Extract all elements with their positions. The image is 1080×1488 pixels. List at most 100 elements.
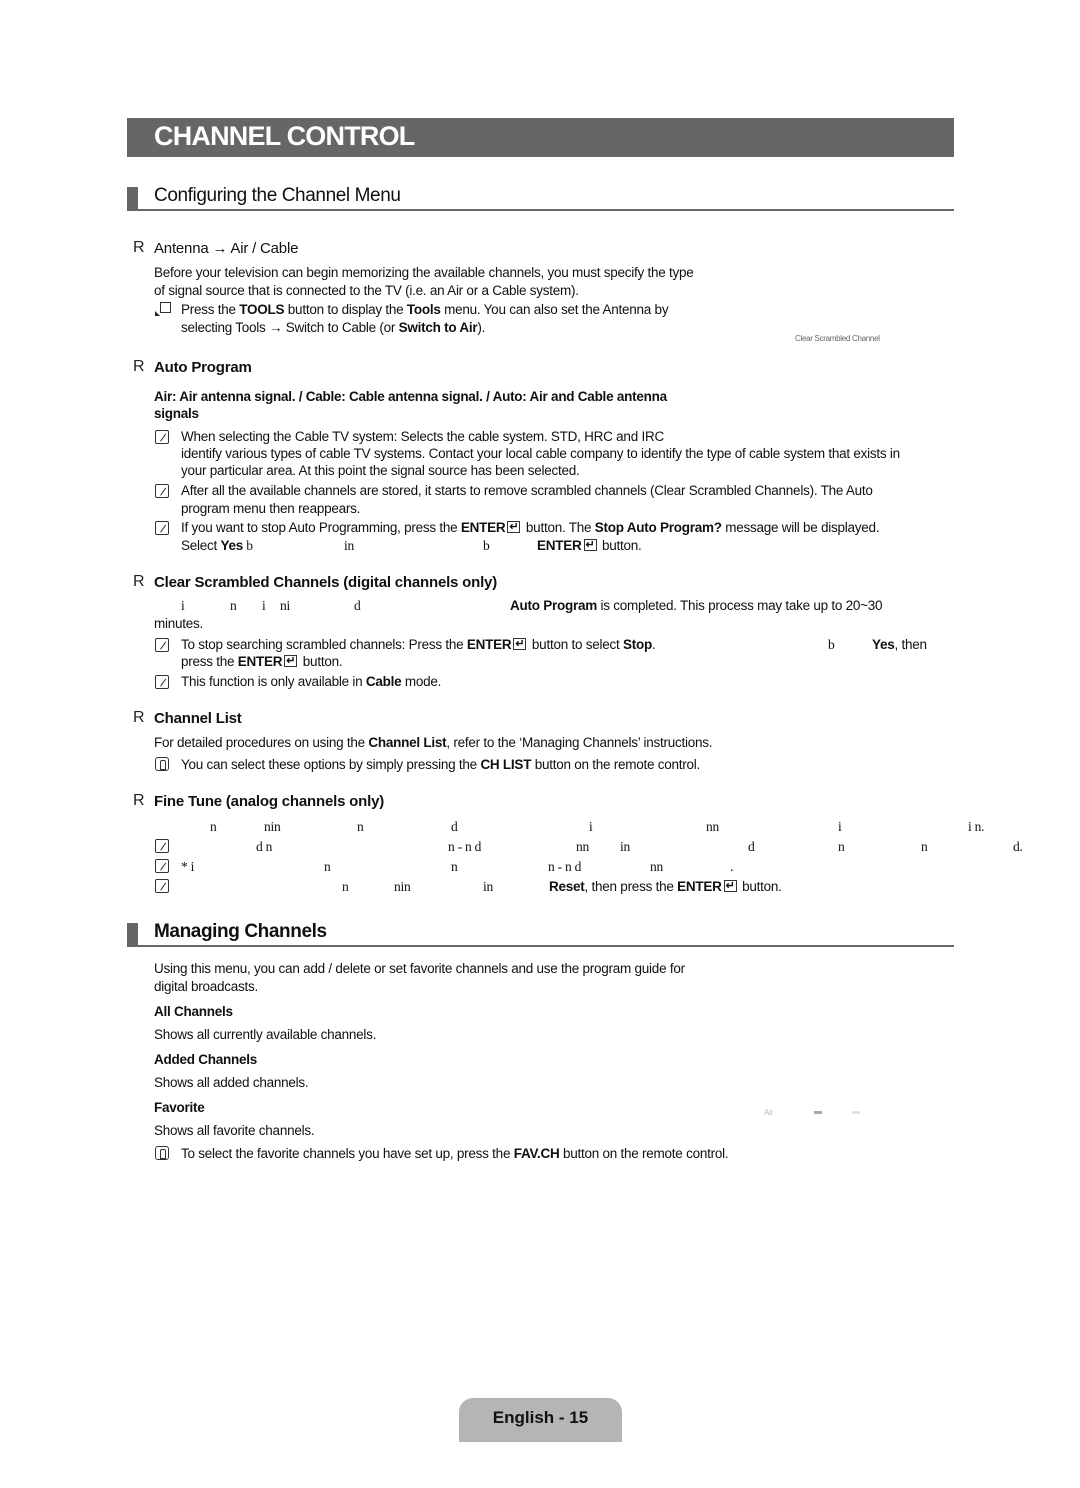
tools-note-line2: selecting Tools → Switch to Cable (or Sw…	[181, 320, 486, 335]
item-heading-auto-program: Auto Program	[154, 359, 252, 376]
note-icon	[155, 638, 169, 652]
fragment: d n	[256, 839, 273, 854]
side-label-clear-scrambled: Clear Scrambled Channel	[795, 334, 880, 343]
enter-icon	[507, 518, 521, 536]
fragment: nn	[706, 819, 719, 834]
note-fav-ch: To select the favorite channels you have…	[181, 1146, 729, 1161]
fragment: i	[838, 819, 842, 834]
entry-desc-added-channels: Shows all added channels.	[154, 1075, 309, 1090]
enter-icon	[284, 652, 298, 670]
entry-desc-all-channels: Shows all currently available channels.	[154, 1027, 377, 1042]
note-icon	[155, 521, 169, 535]
note-icon	[155, 859, 169, 873]
note-stored-line2: program menu then reappears.	[181, 501, 361, 516]
fragment: n	[838, 839, 845, 854]
fragment: nin	[264, 819, 281, 834]
fragment: in	[483, 879, 494, 894]
fragment: nn	[576, 839, 589, 854]
entry-desc-favorite: Shows all favorite channels.	[154, 1123, 315, 1138]
note-icon	[155, 839, 169, 853]
fragment: i	[262, 598, 266, 613]
fragment: ni	[280, 598, 291, 613]
bullet-marker: R	[133, 239, 145, 256]
bullet-marker: R	[133, 709, 145, 726]
managing-intro-line2: digital broadcasts.	[154, 979, 259, 994]
item-heading-channel-list: Channel List	[154, 710, 242, 727]
fragment: n	[357, 819, 364, 834]
managing-intro-line1: Using this menu, you can add / delete or…	[154, 961, 685, 976]
fragment: in	[620, 839, 631, 854]
note-cable-line3: your particular area. At this point the …	[181, 463, 580, 478]
fragment: i	[181, 598, 185, 613]
note-stop-line2: Select Yes b	[181, 538, 253, 553]
clear-scrambled-body-line2: minutes.	[154, 616, 204, 631]
remote-icon	[155, 757, 169, 771]
note-stop-line1: If you want to stop Auto Programming, pr…	[181, 518, 880, 537]
note-icon	[155, 675, 169, 689]
fragment: b	[828, 637, 835, 652]
fragment: b	[483, 538, 490, 553]
entry-label-added-channels: Added Channels	[154, 1052, 258, 1067]
note-stop-search-line1: To stop searching scrambled channels: Pr…	[181, 635, 656, 654]
fragment: d	[354, 598, 361, 613]
note-reset: Reset, then press the ENTER button.	[549, 877, 782, 896]
fragment: n	[921, 839, 928, 854]
section-marker	[127, 187, 138, 211]
tools-note-line1: Press the TOOLS button to display the To…	[181, 302, 669, 317]
fragment: nin	[394, 879, 411, 894]
remote-icon	[155, 1146, 169, 1160]
enter-label: ENTER button.	[537, 536, 642, 555]
fragment: n - n d	[448, 839, 482, 854]
tools-icon	[155, 302, 171, 316]
enter-icon	[583, 536, 597, 554]
fragment: n	[342, 879, 349, 894]
section-title: Managing Channels	[154, 921, 327, 942]
bullet-marker: R	[133, 573, 145, 590]
fragment: * i	[181, 859, 195, 874]
fragment: d	[451, 819, 458, 834]
fragment: i n.	[968, 819, 985, 834]
enter-icon	[513, 635, 527, 653]
note-icon	[155, 430, 169, 444]
channel-list-body: For detailed procedures on using the Cha…	[154, 735, 713, 750]
fragment: n - n d	[548, 859, 582, 874]
bullet-marker: R	[133, 792, 145, 809]
clear-scrambled-body: Auto Program is completed. This process …	[510, 598, 883, 613]
fragment: .	[730, 859, 734, 874]
fragment: d	[748, 839, 755, 854]
side-indicator	[852, 1111, 860, 1114]
note-icon	[155, 879, 169, 893]
note-cable-line1: When selecting the Cable TV system: Sele…	[181, 429, 664, 444]
note-stop-search-line2: press the ENTER button.	[181, 652, 343, 671]
page-number-label: English - 15	[492, 1408, 589, 1427]
entry-label-all-channels: All Channels	[154, 1004, 233, 1019]
note-icon	[155, 484, 169, 498]
auto-program-options-line2: signals	[154, 406, 199, 421]
chapter-title: CHANNEL CONTROL	[154, 121, 415, 151]
fragment: nn	[650, 859, 663, 874]
section-header-managing: Managing Channels	[127, 919, 954, 947]
fragment: n	[324, 859, 331, 874]
antenna-body-line2: of signal source that is connected to th…	[154, 283, 579, 298]
fragment: n	[210, 819, 217, 834]
fragment: d.	[1013, 839, 1023, 854]
note-cable-only: This function is only available in Cable…	[181, 674, 442, 689]
note-cable-line2: identify various types of cable TV syste…	[181, 446, 900, 461]
item-heading-antenna: Antenna → Air / Cable	[154, 240, 299, 257]
side-indicator	[814, 1111, 822, 1114]
section-marker	[127, 923, 138, 947]
chapter-title-bar: CHANNEL CONTROL	[127, 118, 954, 157]
fragment: n	[451, 859, 458, 874]
fragment: n	[230, 598, 237, 613]
yes-then: Yes, then	[872, 637, 927, 652]
section-header-configuring: Configuring the Channel Menu	[127, 183, 954, 211]
item-heading-clear-scrambled: Clear Scrambled Channels (digital channe…	[154, 574, 497, 591]
fragment: in	[344, 538, 355, 553]
auto-program-options-line1: Air: Air antenna signal. / Cable: Cable …	[154, 389, 667, 404]
enter-icon	[723, 877, 737, 895]
fragment: i	[589, 819, 593, 834]
bullet-marker: R	[133, 358, 145, 375]
entry-label-favorite: Favorite	[154, 1100, 205, 1115]
note-ch-list: You can select these options by simply p…	[181, 757, 701, 772]
page-number-tab: English - 15	[459, 1398, 622, 1442]
